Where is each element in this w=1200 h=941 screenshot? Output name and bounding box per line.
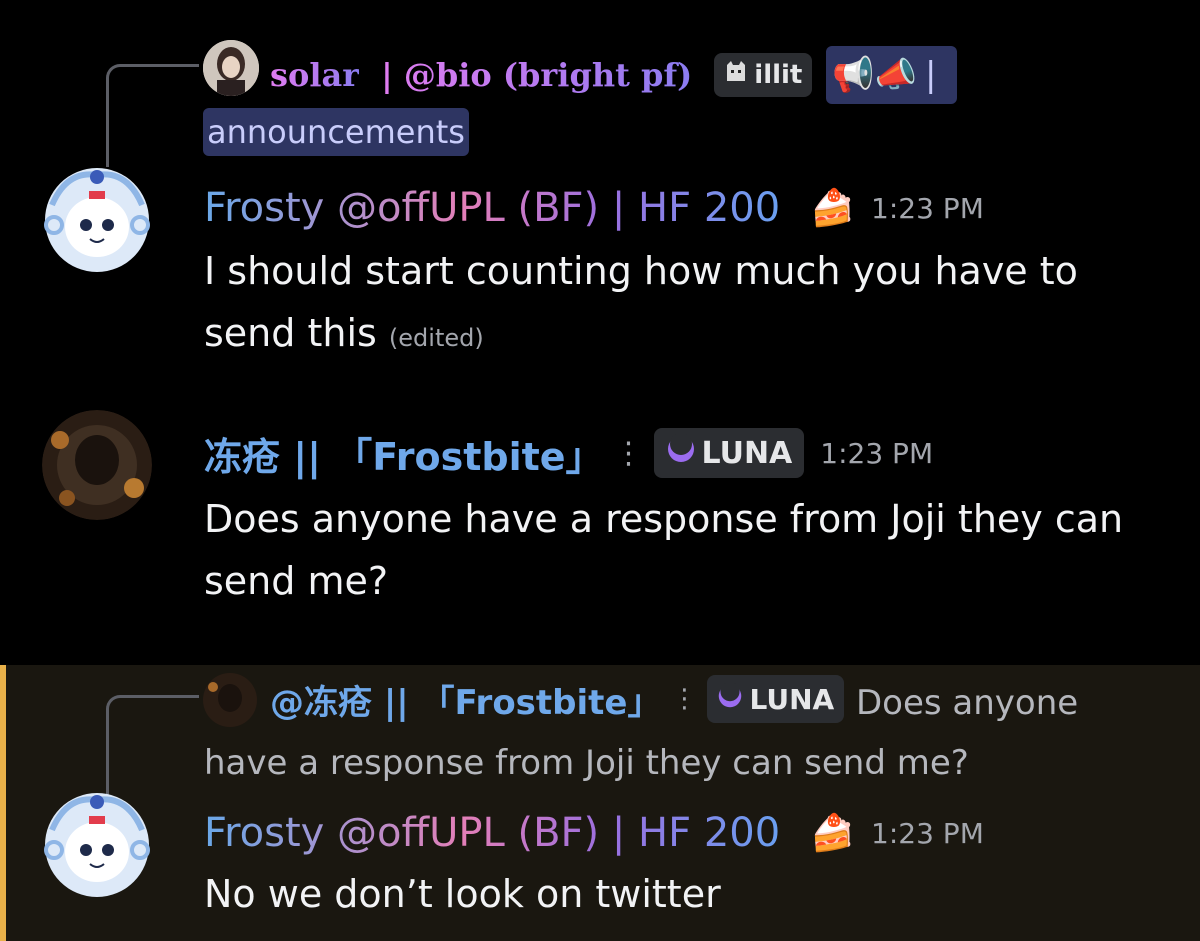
timestamp[interactable]: 1:23 PM	[871, 817, 984, 850]
cake-emoji: 🍰	[810, 188, 856, 229]
message-content: Does anyone have a response from Joji th…	[204, 488, 1154, 612]
author-avatar[interactable]	[42, 165, 152, 275]
reply-author-suffix: | @bio (bright pf)	[381, 56, 693, 94]
message-header: Frosty @offUPL (BF) | HF 200 🍰 1:23 PM	[204, 805, 984, 861]
author-name[interactable]: 冻疮 || 「Frostbite」	[204, 426, 604, 481]
message-text: No we don’t look on twitter	[204, 872, 721, 916]
channel-icons: 📢📣	[832, 55, 918, 95]
reply-text: Does anyone have a response from Joji th…	[204, 683, 1079, 783]
message-1: solar | @bio (bright pf) illit 📢📣 | anno…	[0, 0, 1200, 380]
message-header: 冻疮 || 「Frostbite」 ⋮ LUNA 1:23 PM	[204, 425, 933, 481]
channel-mention[interactable]: 📢📣 |	[826, 46, 957, 104]
author-avatar[interactable]	[42, 790, 152, 900]
cat-icon	[724, 60, 748, 91]
message-3: @冻疮 || 「Frostbite」 ⋮ LUNA Does anyone ha…	[0, 665, 1200, 941]
message-2: 冻疮 || 「Frostbite」 ⋮ LUNA 1:23 PM Does an…	[0, 380, 1200, 665]
reply-header: solar | @bio (bright pf) illit 📢📣 |	[270, 46, 957, 104]
reply-content[interactable]: Does anyone have a response from Joji th…	[204, 673, 1084, 793]
edited-label: (edited)	[388, 324, 484, 352]
author-name[interactable]: Frosty @offUPL (BF) | HF 200	[204, 810, 780, 856]
separator-dots: ⋮	[613, 435, 644, 471]
message-text: Does anyone have a response from Joji th…	[204, 497, 1124, 603]
channel-mention-name[interactable]: announcements	[203, 108, 469, 156]
cake-emoji: 🍰	[810, 813, 856, 854]
reply-connector	[106, 695, 199, 798]
channel-separator: |	[925, 55, 937, 95]
author-name[interactable]: Frosty @offUPL (BF) | HF 200	[204, 185, 780, 231]
message-content: I should start counting how much you hav…	[204, 240, 1154, 369]
reply-role-label: illit	[754, 60, 803, 90]
message-header: Frosty @offUPL (BF) | HF 200 🍰 1:23 PM	[204, 180, 984, 236]
reply-author[interactable]: solar	[270, 56, 359, 94]
reply-connector	[106, 64, 199, 167]
moon-icon	[666, 433, 696, 472]
timestamp[interactable]: 1:23 PM	[820, 437, 933, 470]
role-tag[interactable]: LUNA	[653, 428, 805, 478]
channel-name: announcements	[207, 113, 465, 151]
role-label: LUNA	[701, 435, 793, 471]
message-content: No we don’t look on twitter	[204, 863, 1154, 925]
message-text: I should start counting how much you hav…	[204, 249, 1078, 355]
reply-role-tag[interactable]: illit	[714, 53, 813, 97]
author-avatar[interactable]	[42, 410, 152, 520]
timestamp[interactable]: 1:23 PM	[871, 192, 984, 225]
reply-avatar[interactable]	[203, 40, 259, 96]
